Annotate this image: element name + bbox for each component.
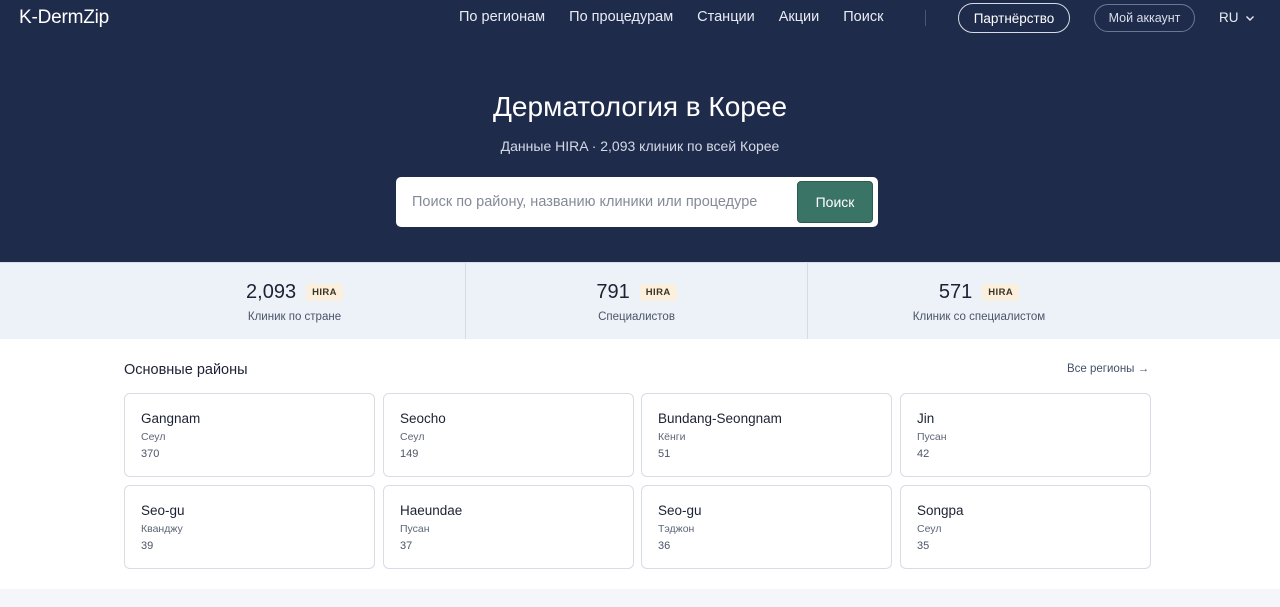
district-name: Jin <box>917 411 935 426</box>
district-card[interactable]: Jin Пусан 42 <box>900 393 1151 477</box>
district-name: Seo-gu <box>658 503 702 518</box>
nav-search[interactable]: Поиск <box>843 9 883 25</box>
district-card[interactable]: Bundang-Seongnam Кёнги 51 <box>641 393 892 477</box>
stat-value-row: 2,093 HIRA <box>124 281 465 304</box>
nav-by-procedures[interactable]: По процедурам <box>569 9 673 25</box>
district-name: Gangnam <box>141 411 201 426</box>
district-card[interactable]: Haeundae Пусан 37 <box>383 485 634 569</box>
district-city: Кёнги <box>658 431 686 443</box>
district-name: Seocho <box>400 411 446 426</box>
district-card[interactable]: Songpa Сеул 35 <box>900 485 1151 569</box>
stat-label: Клиник со специалистом <box>912 311 1046 323</box>
nav-divider <box>925 10 926 26</box>
district-city: Сеул <box>400 431 425 443</box>
page-bottom-strip <box>0 589 1280 607</box>
stat-label: Клиник по стране <box>247 311 342 323</box>
language-selector[interactable]: RU <box>1219 10 1255 25</box>
district-clinic-count: 37 <box>400 540 413 552</box>
district-city: Пусан <box>917 431 947 443</box>
nav-promotions[interactable]: Акции <box>779 9 820 25</box>
hira-badge: HIRA <box>982 284 1020 301</box>
partnership-button[interactable]: Партнёрство <box>958 3 1070 33</box>
district-city: Тэджон <box>658 523 695 535</box>
district-card[interactable]: Gangnam Сеул 370 <box>124 393 375 477</box>
stat-label: Специалистов <box>598 311 675 323</box>
district-name: Haeundae <box>400 503 463 518</box>
district-city: Пусан <box>400 523 430 535</box>
stat-value: 2,093 <box>246 281 297 303</box>
hero-subtitle: Данные HIRA · 2,093 клиник по всей Корее <box>500 138 780 154</box>
district-city: Сеул <box>917 523 942 535</box>
district-card[interactable]: Seocho Сеул 149 <box>383 393 634 477</box>
all-regions-link[interactable]: Все регионы → <box>1067 363 1149 375</box>
district-clinic-count: 42 <box>917 448 930 460</box>
search-button[interactable]: Поиск <box>797 181 873 223</box>
district-name: Seo-gu <box>141 503 185 518</box>
district-clinic-count: 370 <box>141 448 160 460</box>
district-city: Кванджу <box>141 523 183 535</box>
hira-badge: HIRA <box>306 284 343 301</box>
chevron-down-icon <box>1245 15 1254 21</box>
search-box: Поиск <box>396 177 878 227</box>
site-logo[interactable]: K-DermZip <box>19 7 109 29</box>
nav-stations[interactable]: Станции <box>697 9 755 25</box>
district-clinic-count: 149 <box>400 448 419 460</box>
district-clinic-count: 36 <box>658 540 671 552</box>
stat-value: 791 <box>596 281 630 303</box>
top-navigation-bar: K-DermZip По регионам По процедурам Стан… <box>0 0 1280 36</box>
section-title: Основные районы <box>124 362 248 378</box>
stat-specialists: 791 HIRA Специалистов <box>466 263 807 340</box>
stat-value-row: 571 HIRA <box>808 281 1150 304</box>
stats-bar: 2,093 HIRA Клиник по стране 791 HIRA Спе… <box>0 262 1280 340</box>
my-account-button[interactable]: Мой аккаунт <box>1094 4 1195 32</box>
district-clinic-count: 39 <box>141 540 154 552</box>
hira-badge: HIRA <box>639 284 677 301</box>
language-code: RU <box>1219 10 1239 25</box>
district-city: Сеул <box>141 431 166 443</box>
stat-value-row: 791 HIRA <box>466 281 807 304</box>
stat-clinics-total: 2,093 HIRA Клиник по стране <box>124 263 465 340</box>
hero-title: Дерматология в Корее <box>492 91 788 122</box>
district-card[interactable]: Seo-gu Тэджон 36 <box>641 485 892 569</box>
search-input[interactable] <box>412 189 782 215</box>
district-name: Songpa <box>917 503 964 518</box>
stat-value: 571 <box>938 281 973 303</box>
district-card[interactable]: Seo-gu Кванджу 39 <box>124 485 375 569</box>
stat-clinics-with-specialist: 571 HIRA Клиник со специалистом <box>808 263 1150 340</box>
district-clinic-count: 35 <box>917 540 930 552</box>
district-name: Bundang-Seongnam <box>658 411 782 426</box>
page-header: K-DermZip По регионам По процедурам Стан… <box>0 0 1280 262</box>
main-nav: По регионам По процедурам Станции Акции … <box>459 9 907 25</box>
district-clinic-count: 51 <box>658 448 671 460</box>
nav-by-regions[interactable]: По регионам <box>459 9 545 25</box>
districts-section: Основные районы Все регионы → Gangnam Се… <box>0 339 1280 589</box>
